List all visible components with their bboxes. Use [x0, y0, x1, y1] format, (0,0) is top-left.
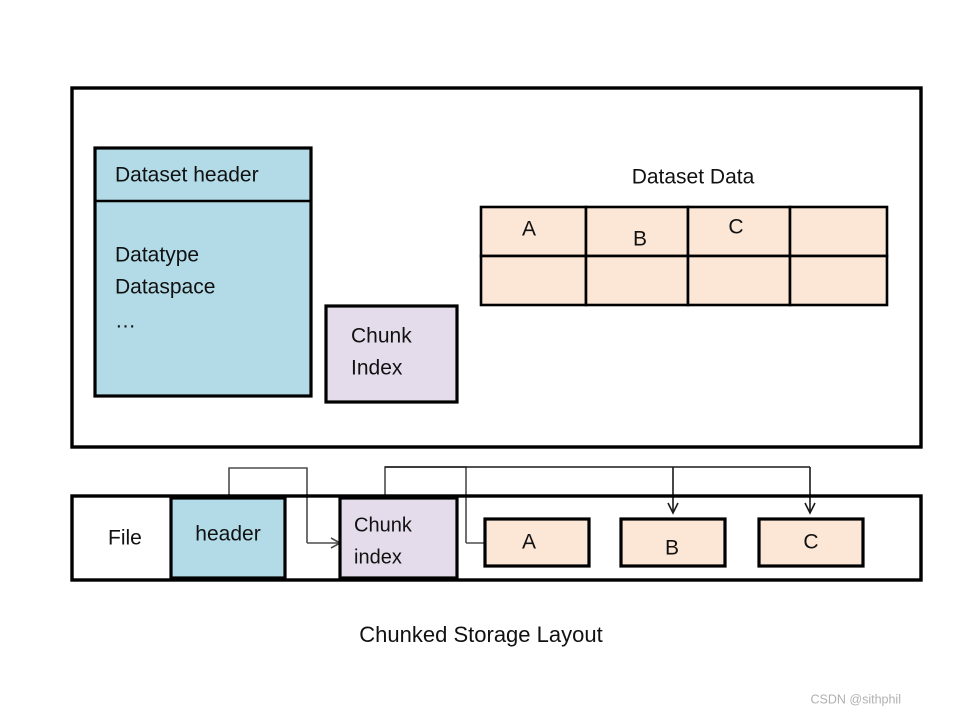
dataset-object-panel: Dataset header Datatype Dataspace … Chun…: [70, 86, 923, 449]
dataset-object-box: Dataset header Datatype Dataspace …: [93, 146, 313, 398]
dataset-data-label-b: B: [633, 228, 647, 251]
chunk-block-a-label: A: [522, 531, 536, 554]
dataset-data-title: Dataset Data: [632, 166, 755, 189]
dataset-data-cell-r1c3: [788, 254, 889, 307]
chunk-block-a: A: [483, 517, 591, 568]
chunk-index-line-2: Index: [351, 357, 403, 380]
chunk-index-box-fill: [324, 304, 459, 404]
dataset-body-line-ellipsis: …: [115, 310, 136, 333]
dataset-header-label: Dataset header: [115, 164, 259, 187]
header-to-chunk-index-arrowhead: [307, 537, 342, 549]
dataset-data-group: Dataset Data A B C: [479, 166, 889, 307]
chunk-block-c: C: [757, 517, 865, 568]
chunk-block-c-label: C: [803, 531, 818, 554]
figure-caption: Chunked Storage Layout: [359, 622, 602, 647]
file-label: File: [108, 527, 142, 550]
dataset-data-label-a: A: [522, 218, 536, 241]
header-block-label: header: [195, 523, 260, 546]
chunk-block-b-label: B: [665, 537, 679, 560]
watermark: CSDN @sithphil: [811, 692, 902, 706]
chunk-index-box: Chunk Index: [324, 304, 459, 404]
chunk-block-a-fill: [483, 517, 591, 568]
chunk-index-block-line-1: Chunk: [354, 514, 413, 536]
dataset-data-label-c: C: [728, 216, 743, 239]
chunk-block-b: B: [619, 517, 727, 568]
dataset-data-cell-r1c2: [686, 254, 792, 307]
chunked-storage-diagram: Dataset header Datatype Dataspace … Chun…: [0, 0, 960, 720]
dataset-data-cell-r1c1: [584, 254, 690, 307]
chunk-index-block-line-2: index: [354, 546, 402, 568]
dataset-data-cell-r0c3: [788, 205, 889, 258]
dataset-data-cell-r1c0: [479, 254, 588, 307]
chunk-index-line-1: Chunk: [351, 325, 412, 348]
header-block: header: [169, 496, 287, 580]
file-layout-panel: File header Chunk index A B C: [70, 494, 923, 582]
dataset-body-line-datatype: Datatype: [115, 244, 199, 267]
chunk-index-block: Chunk index: [338, 496, 459, 580]
dataset-body-line-dataspace: Dataspace: [115, 276, 215, 299]
